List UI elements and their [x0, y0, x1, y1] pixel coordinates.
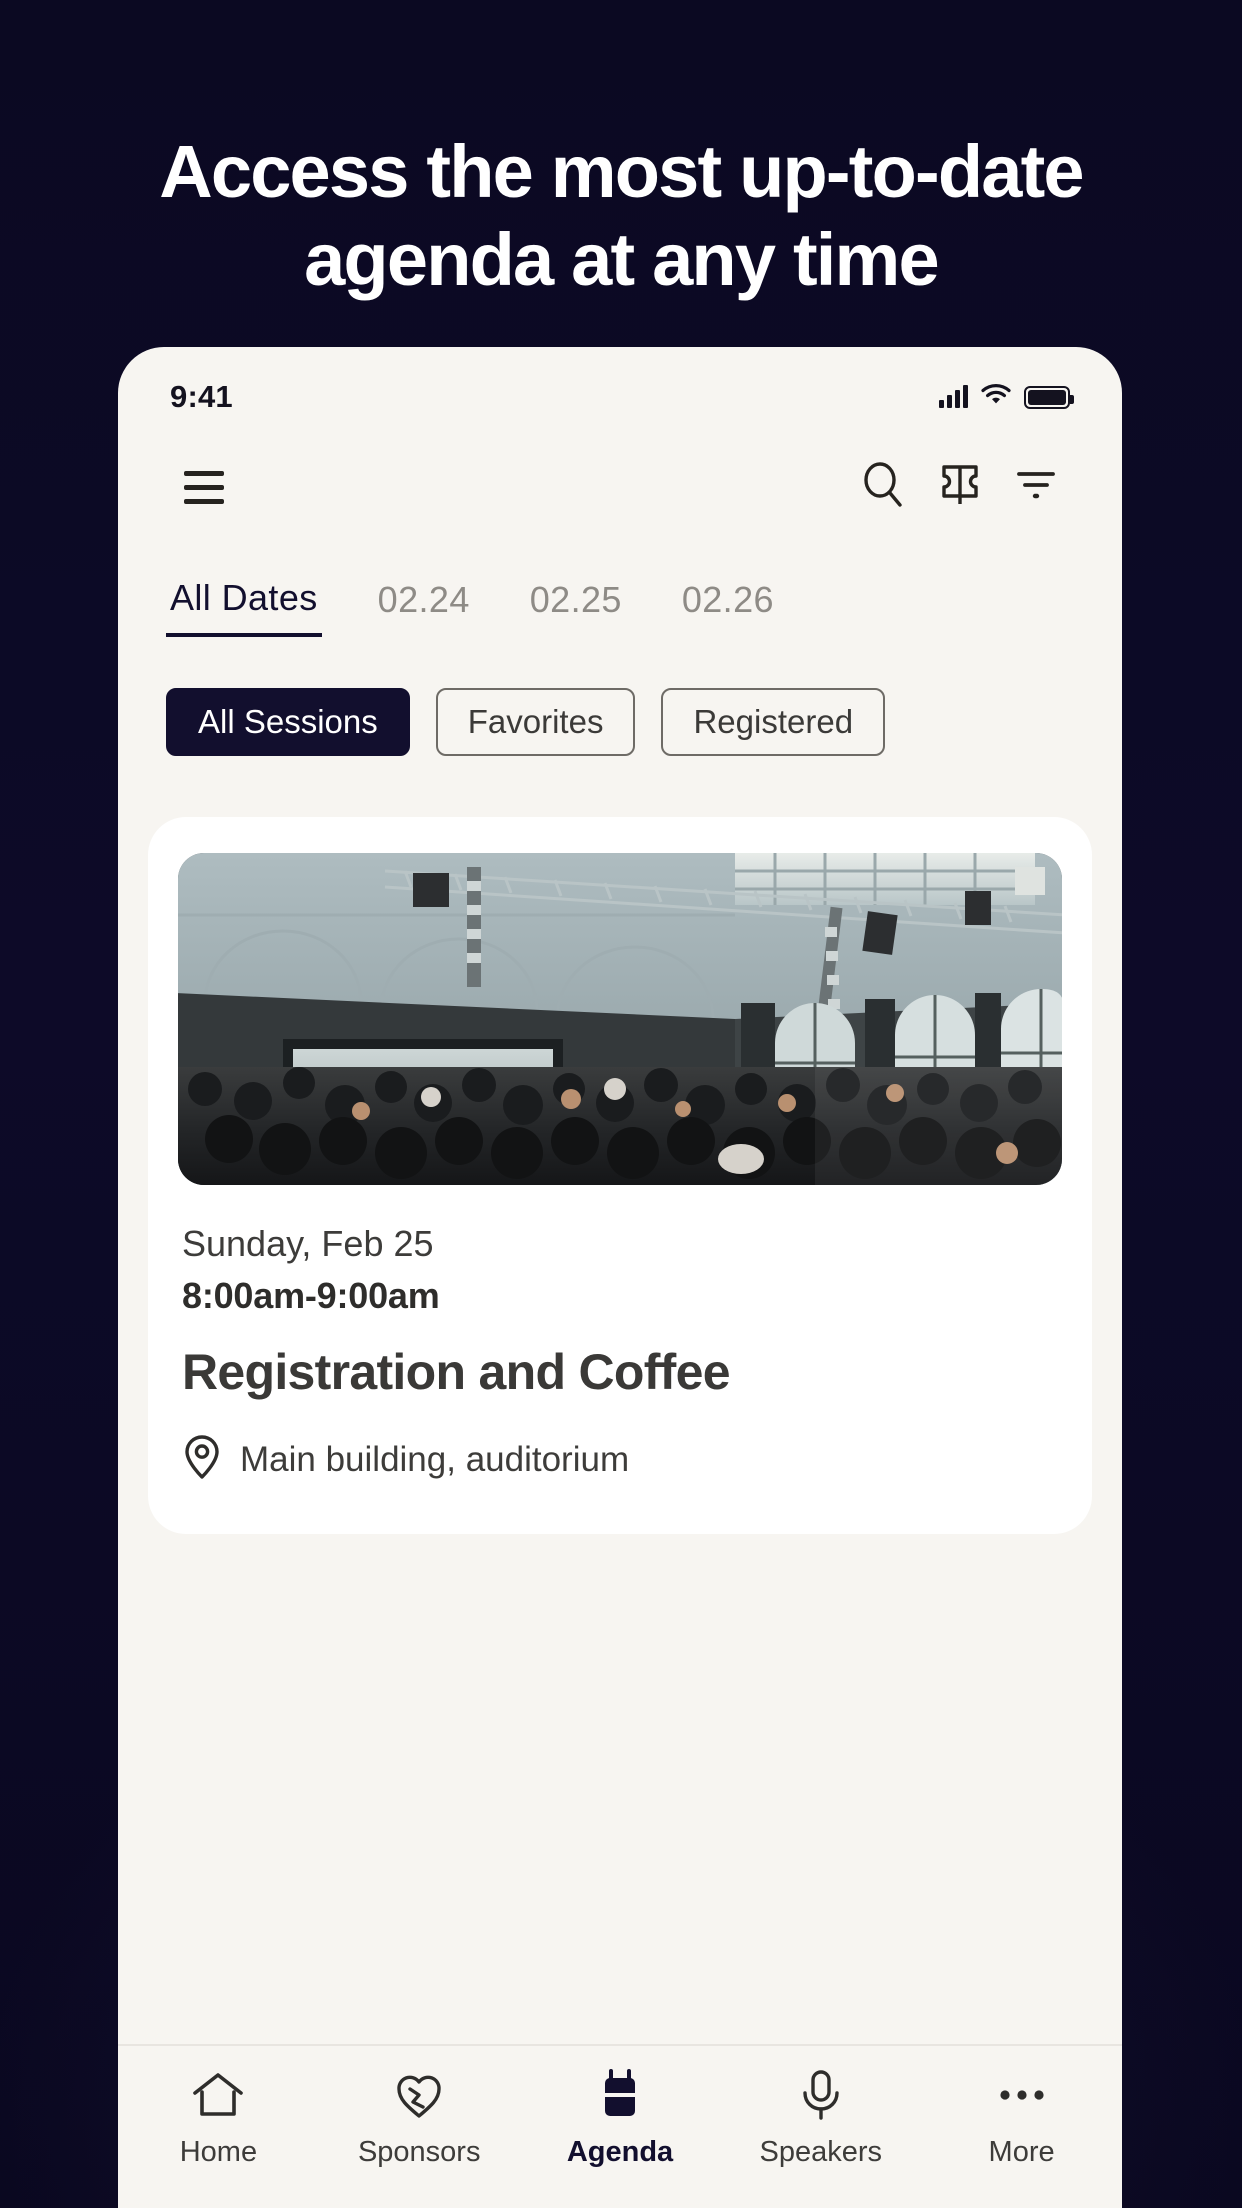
date-tab-0224[interactable]: 02.24 [374, 569, 474, 635]
conference-hall-crowd-photo [178, 853, 1062, 1185]
nav-label-speakers: Speakers [759, 2136, 883, 2168]
filter-chips: All Sessions Favorites Registered [118, 661, 1122, 783]
session-location-text: Main building, auditorium [240, 1439, 630, 1479]
hamburger-menu-button[interactable] [166, 449, 242, 525]
chip-all-sessions[interactable]: All Sessions [166, 688, 410, 756]
search-icon [858, 459, 910, 516]
date-tab-0225[interactable]: 02.25 [526, 569, 626, 635]
nav-item-speakers[interactable]: Speakers [720, 2068, 921, 2169]
date-tab-all-dates[interactable]: All Dates [166, 567, 322, 637]
status-bar: 9:41 [118, 347, 1122, 431]
nav-label-more: More [988, 2136, 1055, 2168]
chip-favorites[interactable]: Favorites [435, 688, 636, 756]
session-time: 8:00am-9:00am [182, 1275, 440, 1316]
sponsors-heart-icon [392, 2068, 446, 2122]
microphone-icon [794, 2068, 848, 2122]
home-icon [191, 2068, 245, 2122]
session-list: Sunday, Feb 25 8:00am-9:00am Registratio… [118, 783, 1122, 2044]
status-bar-time: 9:41 [170, 379, 233, 414]
filter-button[interactable] [998, 449, 1074, 525]
chip-registered[interactable]: Registered [661, 688, 886, 756]
battery-icon [1024, 385, 1074, 409]
wifi-icon [981, 383, 1011, 411]
ellipsis-icon [995, 2068, 1049, 2122]
map-pin-icon [182, 1433, 222, 1486]
nav-item-sponsors[interactable]: Sponsors [319, 2068, 520, 2169]
nav-item-home[interactable]: Home [118, 2068, 319, 2169]
session-title: Registration and Coffee [182, 1344, 731, 1400]
nav-label-sponsors: Sponsors [357, 2136, 481, 2168]
calendar-icon [593, 2068, 647, 2122]
promo-headline: Access the most up-to-date agenda at any… [159, 130, 1084, 301]
nav-item-agenda[interactable]: Agenda [520, 2068, 721, 2169]
session-location: Main building, auditorium [178, 1433, 1062, 1486]
ticket-button[interactable] [922, 449, 998, 525]
session-date: Sunday, Feb 25 [182, 1223, 434, 1264]
signal-bars-icon [939, 385, 968, 408]
filter-icon [1010, 459, 1062, 516]
nav-label-agenda: Agenda [566, 2136, 674, 2168]
status-bar-icons [939, 383, 1074, 411]
session-card[interactable]: Sunday, Feb 25 8:00am-9:00am Registratio… [148, 817, 1092, 1534]
nav-label-home: Home [179, 2136, 258, 2168]
search-button[interactable] [846, 449, 922, 525]
session-photo [178, 853, 1062, 1185]
bottom-navigation: Home Sponsors Agenda Speakers More [118, 2044, 1122, 2208]
app-toolbar [118, 431, 1122, 543]
hamburger-menu-icon [184, 470, 224, 504]
phone-mockup: 9:41 All Dates 02.24 02.25 02.26 All Ses… [118, 347, 1122, 2208]
date-tabs: All Dates 02.24 02.25 02.26 [118, 543, 1122, 661]
nav-item-more[interactable]: More [921, 2068, 1122, 2169]
date-tab-0226[interactable]: 02.26 [678, 569, 778, 635]
ticket-icon [934, 459, 986, 516]
